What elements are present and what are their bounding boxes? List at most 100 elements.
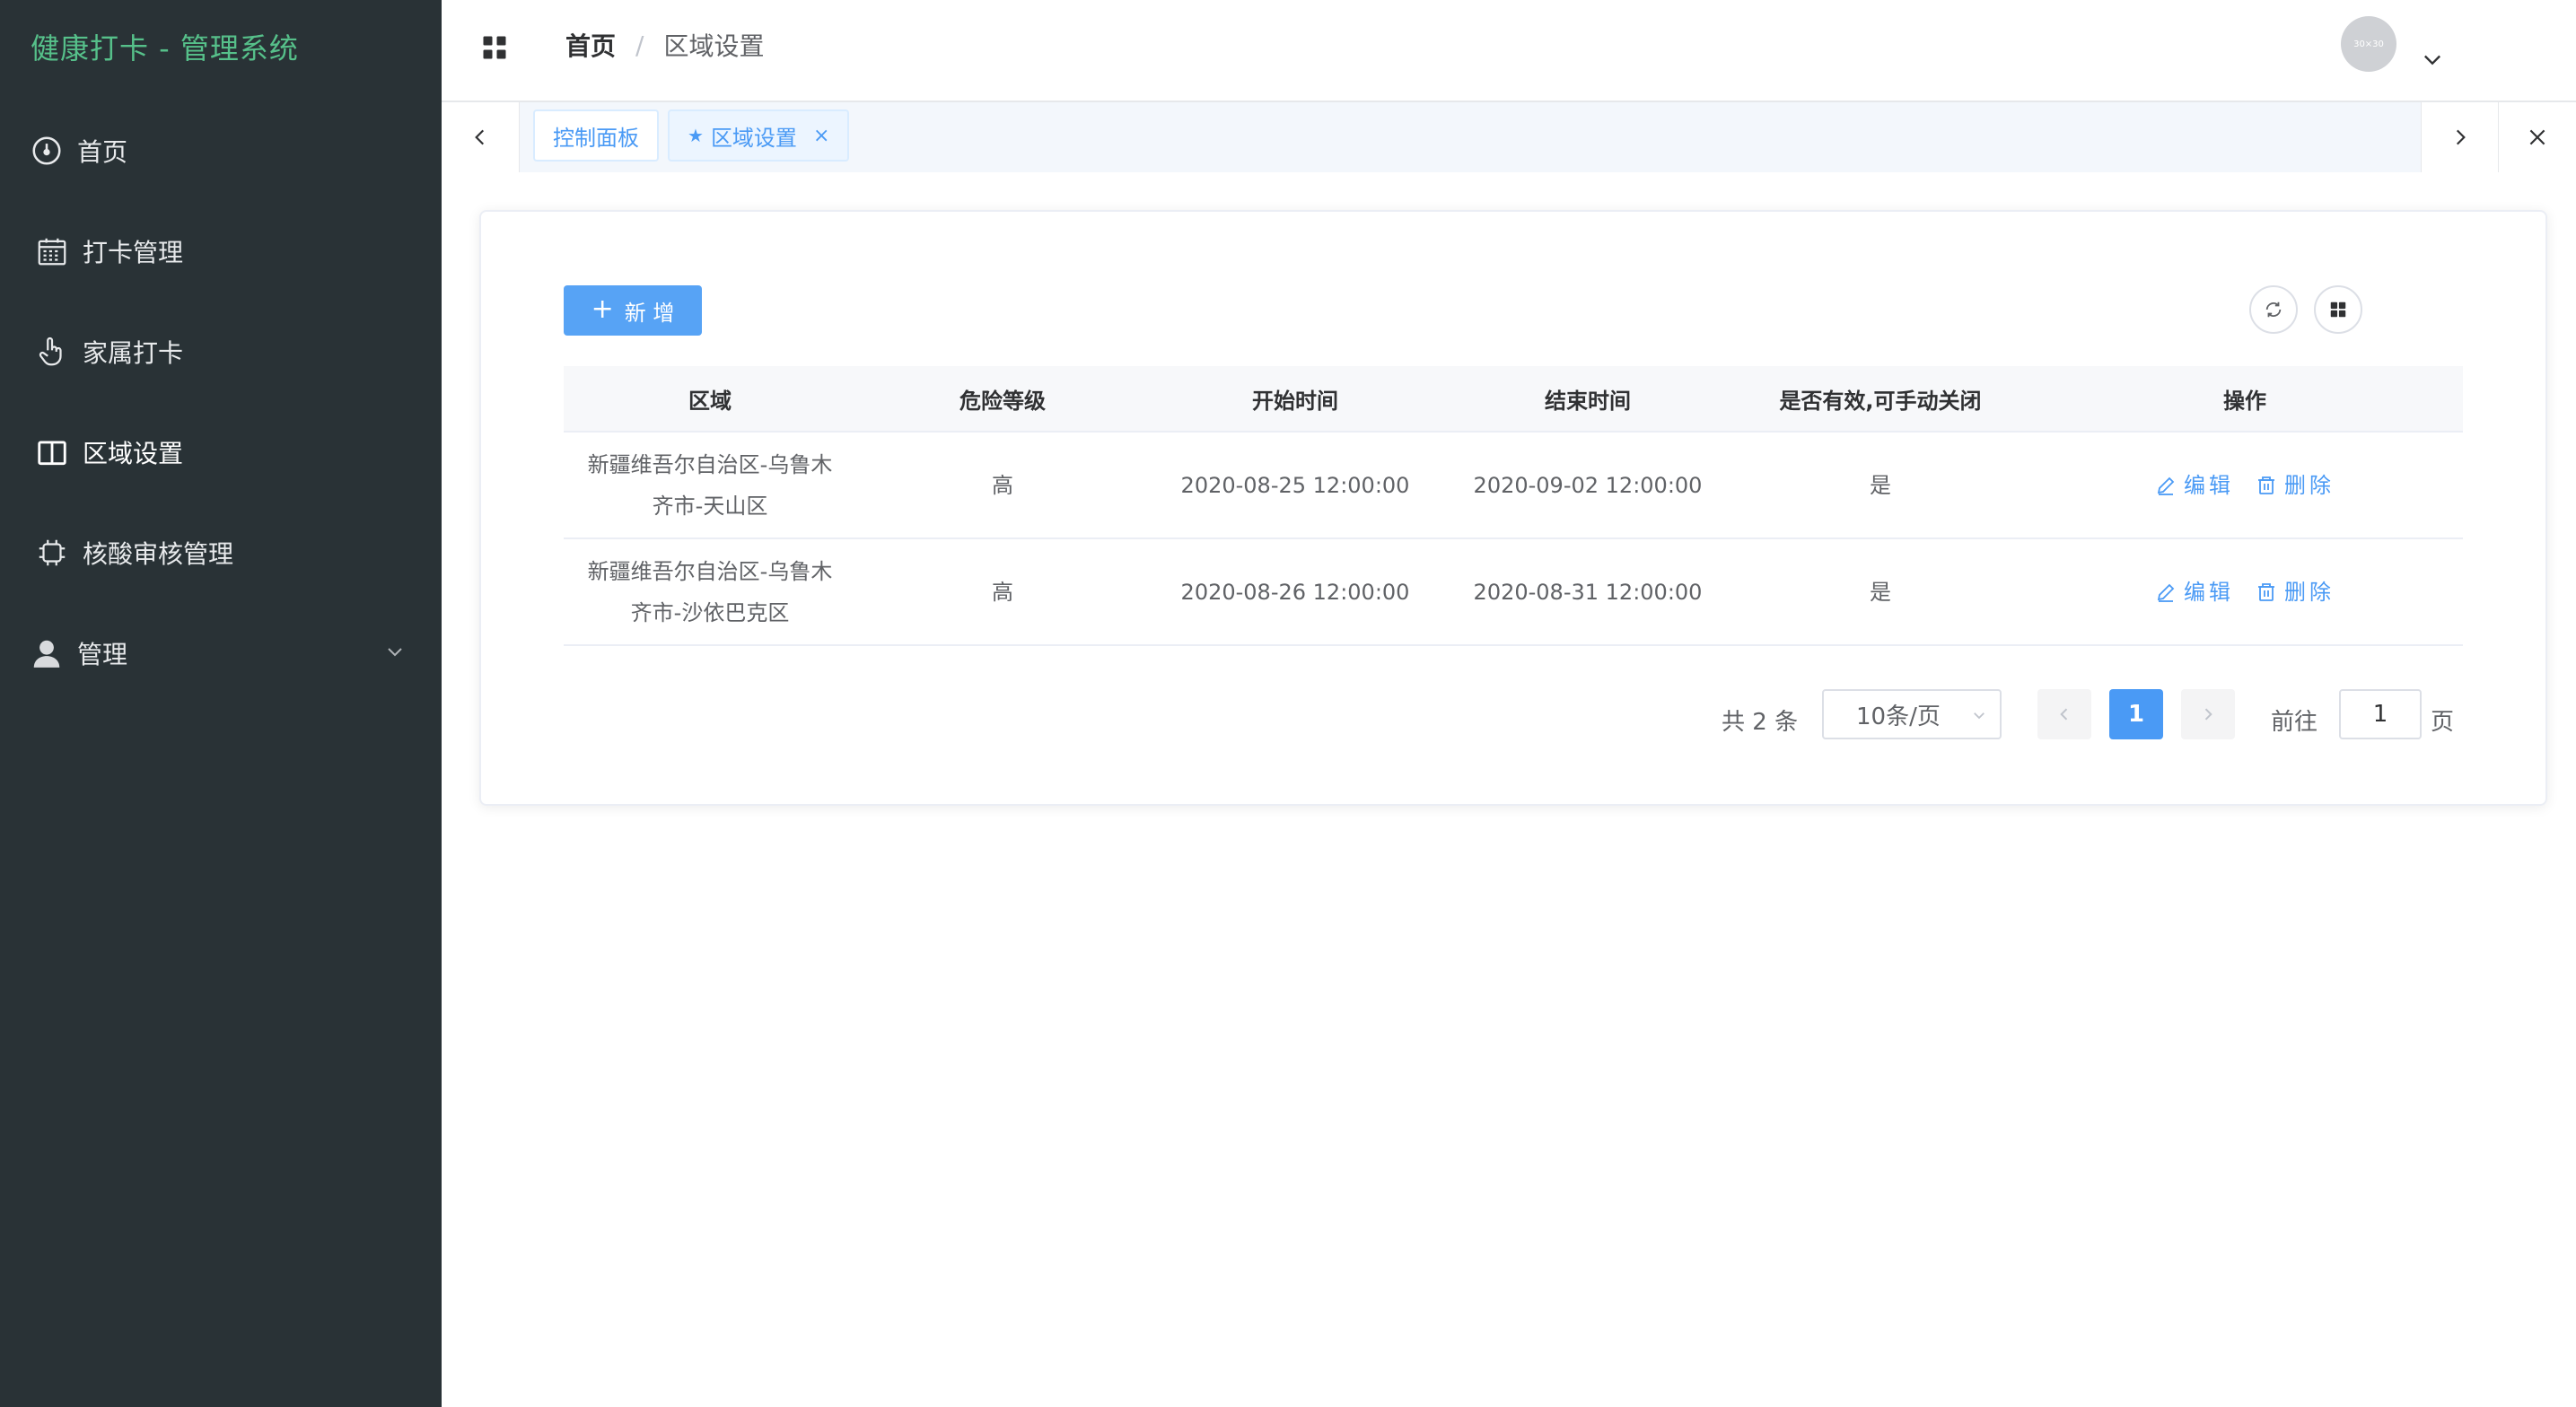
delete-label: 删除 <box>2284 579 2335 605</box>
close-all-tags-button[interactable] <box>2498 102 2576 172</box>
pagination-total: 共 2 条 <box>1722 709 1799 736</box>
edit-icon <box>2157 476 2175 495</box>
top-header: 首页 / 区域设置 30×30 <box>442 0 2576 102</box>
table-row: 新疆维吾尔自治区-乌鲁木 齐市-天山区 高 2020-08-25 12:00:0… <box>564 433 2463 539</box>
column-header: 是否有效,可手动关闭 <box>1779 388 1982 414</box>
trash-icon <box>2258 582 2274 601</box>
column-header: 区域 <box>688 388 732 414</box>
edit-button[interactable]: 编辑 <box>2155 572 2234 613</box>
column-header: 危险等级 <box>959 388 1046 414</box>
prev-page-button[interactable] <box>2037 689 2091 739</box>
cell-area-line: 齐市-沙依巴克区 <box>630 599 790 625</box>
cell-area-line: 新疆维吾尔自治区-乌鲁木 <box>587 451 833 477</box>
chevron-left-icon <box>2060 708 2068 721</box>
dashboard-icon <box>29 133 65 169</box>
breadcrumb-separator: / <box>635 30 644 60</box>
add-button[interactable]: + 新 增 <box>564 285 702 336</box>
chevron-right-icon <box>2456 129 2466 145</box>
sidebar-item-home[interactable]: 首页 <box>0 100 442 201</box>
cell-area: 新疆维吾尔自治区-乌鲁木 齐市-天山区 <box>564 444 856 527</box>
cell-area-line: 新疆维吾尔自治区-乌鲁木 <box>587 558 833 584</box>
tag-label: 区域设置 <box>710 125 797 151</box>
grid-icon <box>2330 302 2346 318</box>
sidebar-menu: 首页 打卡管理 家属打卡 区域设置 核酸审核管理 管理 <box>0 100 442 704</box>
close-icon[interactable]: × <box>813 125 829 147</box>
edit-label: 编辑 <box>2184 579 2234 605</box>
tags-scroll-right-button[interactable] <box>2421 102 2499 172</box>
page-size-value: 10条/页 <box>1856 703 1941 730</box>
next-page-button[interactable] <box>2181 689 2235 739</box>
breadcrumb-home[interactable]: 首页 <box>565 27 616 63</box>
refresh-icon <box>2265 302 2282 318</box>
calendar-icon <box>34 233 70 269</box>
cell-start-time: 2020-08-26 12:00:00 <box>1180 579 1410 605</box>
pagination: 共 2 条 10条/页 1 前往 1 页 <box>481 689 2545 743</box>
column-header: 操作 <box>2223 388 2266 414</box>
main-card: + 新 增 区域 危险等级 开始时间 结束时间 是否有效,可手动关闭 操作 新疆… <box>479 210 2547 806</box>
tag-area-settings[interactable]: ★ 区域设置 × <box>668 109 850 162</box>
table-header: 区域 危险等级 开始时间 结束时间 是否有效,可手动关闭 操作 <box>564 366 2463 433</box>
star-icon: ★ <box>688 125 704 146</box>
cell-start-time: 2020-08-25 12:00:00 <box>1180 472 1410 498</box>
cell-end-time: 2020-08-31 12:00:00 <box>1473 579 1703 605</box>
chip-icon <box>34 535 70 571</box>
cell-actions: 编辑 删除 <box>2027 572 2463 613</box>
chevron-down-icon <box>1974 712 1985 720</box>
tags-scroll-left-button[interactable] <box>442 102 520 172</box>
goto-label: 前往 <box>2271 709 2318 736</box>
delete-button[interactable]: 删除 <box>2256 465 2335 506</box>
chevron-down-icon <box>388 648 402 657</box>
column-header: 结束时间 <box>1545 388 1631 414</box>
page-size-select[interactable]: 10条/页 <box>1822 689 2002 739</box>
delete-label: 删除 <box>2284 472 2335 498</box>
hand-pointer-icon <box>34 334 70 370</box>
page-number-current[interactable]: 1 <box>2109 689 2163 739</box>
cell-valid: 是 <box>1870 579 1891 605</box>
edit-label: 编辑 <box>2184 472 2234 498</box>
sidebar-item-label: 打卡管理 <box>83 238 184 267</box>
sidebar-item-label: 核酸审核管理 <box>83 539 234 569</box>
sidebar-item-nucleic-review[interactable]: 核酸审核管理 <box>0 502 442 603</box>
book-icon <box>34 434 70 470</box>
refresh-button[interactable] <box>2249 285 2298 334</box>
sidebar-item-label: 区域设置 <box>83 439 184 468</box>
goto-page-input[interactable]: 1 <box>2339 689 2422 739</box>
column-header: 开始时间 <box>1252 388 1338 414</box>
sidebar-item-area-settings[interactable]: 区域设置 <box>0 402 442 502</box>
sidebar-item-family-checkin[interactable]: 家属打卡 <box>0 302 442 402</box>
plus-icon: + <box>591 293 614 325</box>
tag-dashboard[interactable]: 控制面板 <box>533 109 659 162</box>
chevron-right-icon <box>2204 708 2212 721</box>
sidebar-item-label: 首页 <box>77 137 128 167</box>
cell-level: 高 <box>992 579 1013 605</box>
trash-icon <box>2258 476 2274 494</box>
chevron-down-icon[interactable] <box>2420 47 2445 72</box>
area-table: 区域 危险等级 开始时间 结束时间 是否有效,可手动关闭 操作 新疆维吾尔自治区… <box>564 366 2463 646</box>
cell-area-line: 齐市-天山区 <box>652 493 768 519</box>
cell-level: 高 <box>992 472 1013 498</box>
edit-button[interactable]: 编辑 <box>2155 465 2234 506</box>
sidebar-item-checkin[interactable]: 打卡管理 <box>0 201 442 302</box>
delete-button[interactable]: 删除 <box>2256 572 2335 613</box>
cell-area: 新疆维吾尔自治区-乌鲁木 齐市-沙依巴克区 <box>564 551 856 634</box>
chevron-left-icon <box>475 129 485 145</box>
close-icon <box>2529 129 2545 145</box>
sidebar-item-label: 家属打卡 <box>83 338 184 368</box>
column-settings-button[interactable] <box>2314 285 2362 334</box>
sidebar-item-manage[interactable]: 管理 <box>0 603 442 704</box>
app-title: 健康打卡 - 管理系统 <box>31 31 299 66</box>
user-icon <box>29 635 65 671</box>
table-row: 新疆维吾尔自治区-乌鲁木 齐市-沙依巴克区 高 2020-08-26 12:00… <box>564 539 2463 646</box>
add-button-label: 新 增 <box>624 300 675 326</box>
breadcrumb-current: 区域设置 <box>663 31 765 61</box>
breadcrumb: 首页 / 区域设置 <box>565 27 764 63</box>
menu-toggle-icon[interactable] <box>481 34 508 61</box>
cell-actions: 编辑 删除 <box>2027 465 2463 506</box>
sidebar-item-label: 管理 <box>77 640 128 669</box>
sidebar: 健康打卡 - 管理系统 首页 打卡管理 家属打卡 区域设置 核酸审核管理 管理 <box>0 0 442 1407</box>
avatar[interactable]: 30×30 <box>2341 16 2396 72</box>
goto-unit: 页 <box>2431 709 2455 736</box>
cell-end-time: 2020-09-02 12:00:00 <box>1473 472 1703 498</box>
tag-label: 控制面板 <box>553 125 639 151</box>
tags-view-bar: 控制面板 ★ 区域设置 × <box>442 102 2576 172</box>
